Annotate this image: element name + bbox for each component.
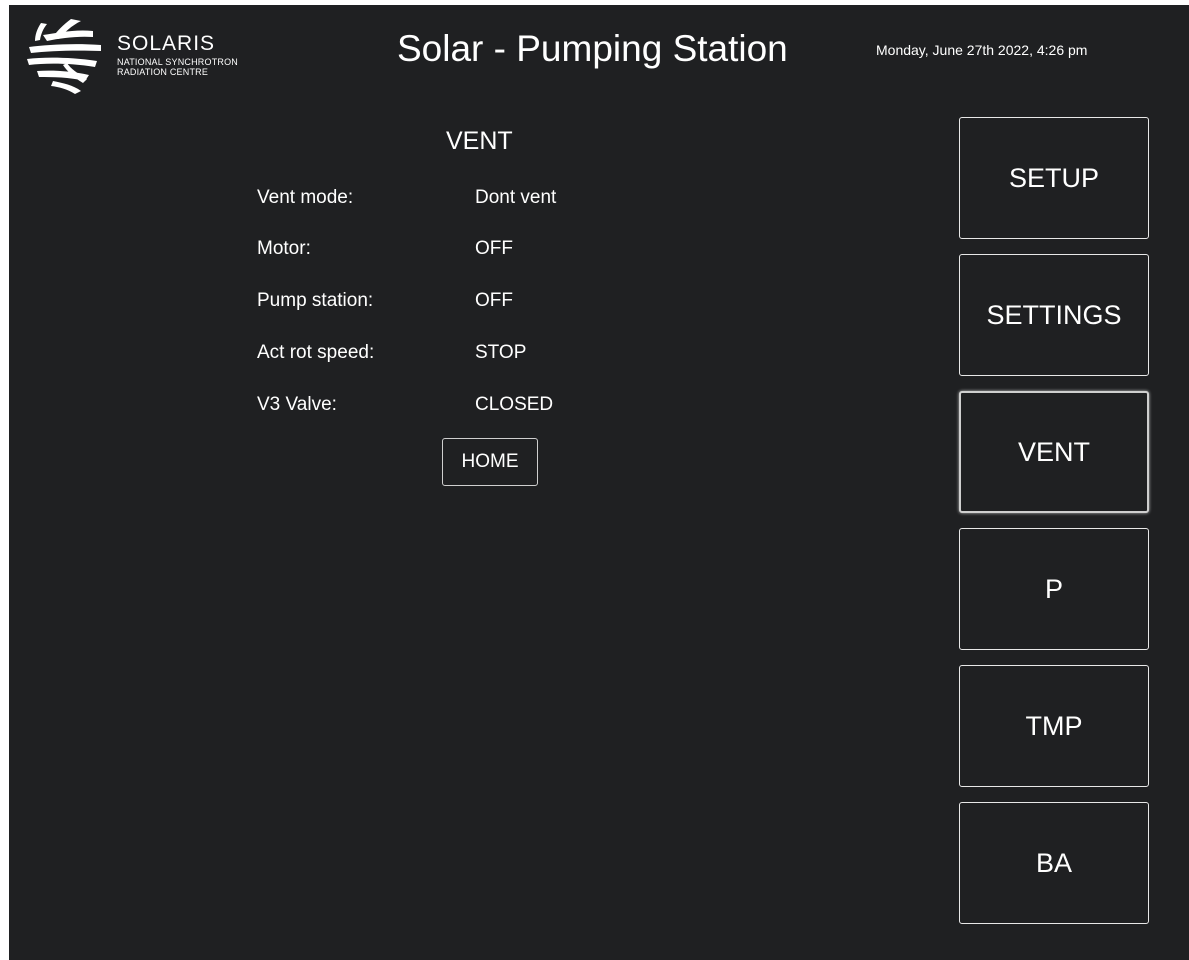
status-row-v3-valve: V3 Valve: CLOSED	[257, 392, 677, 418]
nav-button-vent[interactable]: VENT	[959, 391, 1149, 513]
logo-subtitle-line-1: NATIONAL SYNCHROTRON	[117, 57, 239, 67]
status-value: CLOSED	[475, 394, 554, 415]
logo-name: SOLARIS	[117, 32, 216, 55]
status-label: Pump station:	[257, 290, 374, 311]
page-title: Solar - Pumping Station	[397, 28, 788, 69]
datetime-display: Monday, June 27th 2022, 4:26 pm	[876, 42, 1088, 58]
status-row-act-rot-speed: Act rot speed: STOP	[257, 340, 677, 366]
status-value: OFF	[475, 290, 513, 311]
logo-subtitle-line-2: RADIATION CENTRE	[117, 67, 209, 77]
status-value: STOP	[475, 342, 527, 363]
nav-button-settings[interactable]: SETTINGS	[959, 254, 1149, 376]
status-row-pump-station: Pump station: OFF	[257, 288, 677, 314]
nav-button-tmp[interactable]: TMP	[959, 665, 1149, 787]
nav-button-ba[interactable]: BA	[959, 802, 1149, 924]
status-row-vent-mode: Vent mode: Dont vent	[257, 185, 677, 211]
status-label: V3 Valve:	[257, 394, 337, 415]
status-row-motor: Motor: OFF	[257, 236, 677, 262]
nav-button-p[interactable]: P	[959, 528, 1149, 650]
status-value: OFF	[475, 238, 513, 259]
solaris-logo: SOLARIS NATIONAL SYNCHROTRON RADIATION C…	[23, 15, 273, 95]
solaris-logo-mark-icon	[27, 19, 101, 94]
nav-button-setup[interactable]: SETUP	[959, 117, 1149, 239]
home-button[interactable]: HOME	[442, 438, 538, 486]
app-screen: SOLARIS NATIONAL SYNCHROTRON RADIATION C…	[9, 5, 1189, 960]
status-label: Motor:	[257, 238, 311, 259]
section-title: VENT	[446, 127, 513, 155]
status-label: Vent mode:	[257, 187, 354, 208]
status-value: Dont vent	[475, 187, 557, 208]
status-label: Act rot speed:	[257, 342, 375, 363]
